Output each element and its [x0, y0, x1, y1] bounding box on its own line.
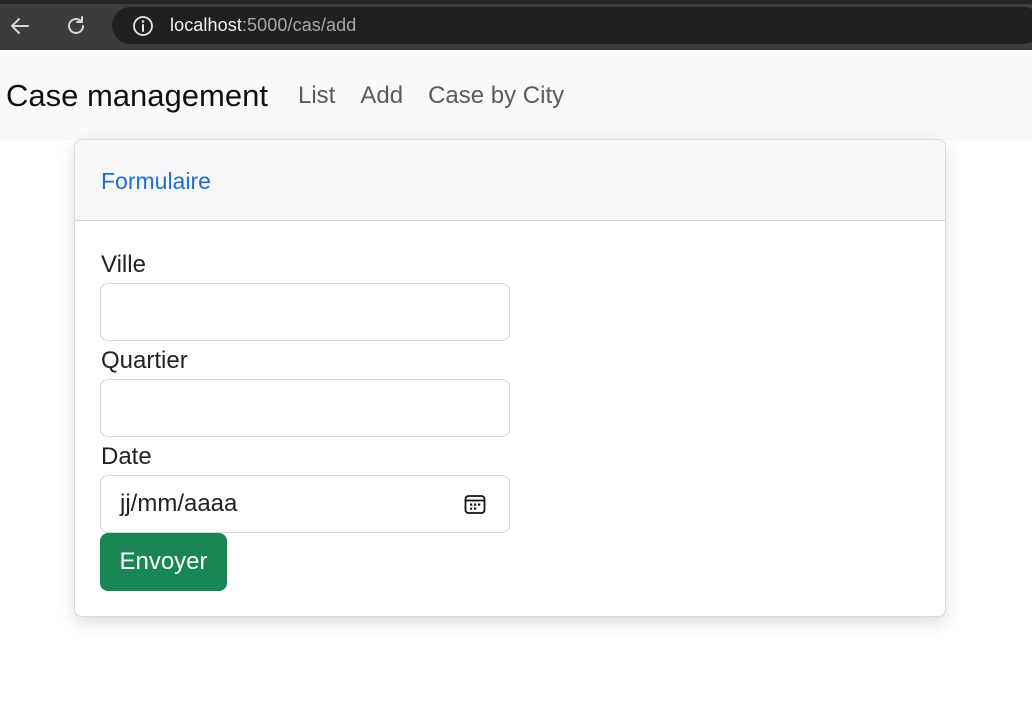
- date-placeholder: jj/mm/aaaa: [120, 490, 238, 517]
- quartier-label: Quartier: [101, 347, 188, 374]
- ville-input[interactable]: [100, 283, 510, 341]
- calendar-icon[interactable]: [463, 492, 487, 516]
- url-host: localhost: [170, 15, 242, 35]
- nav-link-case-by-city[interactable]: Case by City: [428, 82, 564, 110]
- card-header: Formulaire: [75, 140, 945, 221]
- address-bar[interactable]: localhost:5000/cas/add: [112, 7, 1032, 44]
- card-title: Formulaire: [101, 167, 211, 194]
- quartier-input[interactable]: [100, 379, 510, 437]
- nav-link-add[interactable]: Add: [360, 82, 403, 110]
- address-url: localhost:5000/cas/add: [170, 15, 356, 36]
- date-label: Date: [101, 443, 152, 470]
- info-icon[interactable]: [132, 15, 154, 37]
- app-navbar: Case management List Add Case by City: [0, 50, 1032, 140]
- reload-icon[interactable]: [61, 11, 91, 41]
- navbar-brand[interactable]: Case management: [6, 78, 268, 114]
- submit-button[interactable]: Envoyer: [100, 533, 227, 591]
- tab-strip: [0, 0, 1032, 4]
- ville-label: Ville: [101, 251, 146, 278]
- arrow-left-icon[interactable]: [5, 11, 35, 41]
- form-card: Formulaire Ville Quartier Date jj/mm/aaa…: [74, 139, 946, 617]
- url-path: :5000/cas/add: [241, 15, 357, 35]
- nav-link-list[interactable]: List: [298, 82, 335, 110]
- nav-links: List Add Case by City: [298, 82, 589, 110]
- browser-toolbar: localhost:5000/cas/add: [0, 0, 1032, 50]
- date-input[interactable]: jj/mm/aaaa: [100, 475, 510, 533]
